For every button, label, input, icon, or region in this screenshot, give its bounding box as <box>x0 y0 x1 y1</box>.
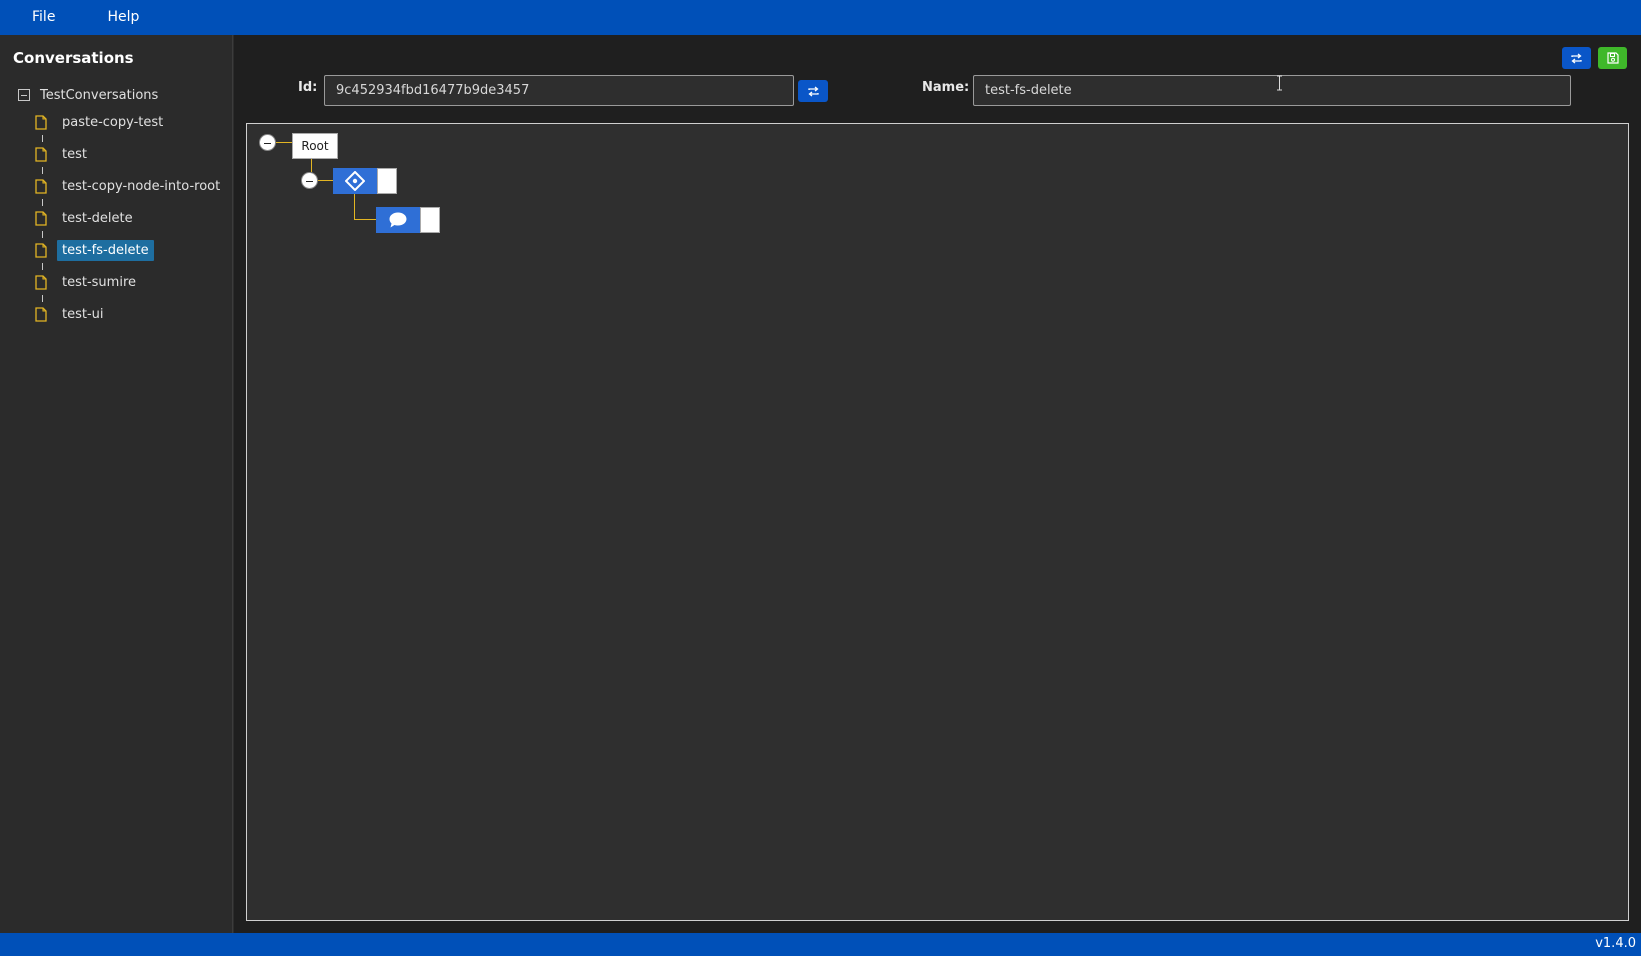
id-label: Id: <box>298 80 318 95</box>
file-icon <box>35 210 47 226</box>
tree-item-label: paste-copy-test <box>62 114 164 130</box>
tree-item-label: test-ui <box>62 306 104 322</box>
regenerate-id-button[interactable] <box>798 80 828 102</box>
name-label: Name: <box>922 80 970 95</box>
collapse-node-toggle[interactable] <box>301 172 318 189</box>
tree-link <box>276 142 292 143</box>
refresh-icon <box>1571 52 1582 64</box>
id-input[interactable] <box>324 75 794 106</box>
sidebar: Conversations TestConversations paste-co… <box>0 35 233 933</box>
node-icon-area <box>376 207 420 233</box>
tree-link <box>318 180 333 181</box>
root-node[interactable]: Root <box>292 133 338 159</box>
collapse-root-toggle[interactable] <box>259 134 276 151</box>
tree-item-test-ui[interactable]: test-ui <box>35 302 109 326</box>
tree-item-label: test <box>62 146 87 162</box>
menu-help[interactable]: Help <box>95 0 151 35</box>
node-label-area <box>377 168 397 194</box>
file-icon <box>35 274 47 290</box>
menu-file[interactable]: File <box>20 0 67 35</box>
diamond-branch-icon <box>345 171 365 191</box>
sidebar-title: Conversations <box>13 49 134 67</box>
tree-item-label: test-delete <box>62 210 133 226</box>
refresh-icon <box>807 85 819 97</box>
file-icon <box>35 114 47 130</box>
speech-bubble-icon <box>389 212 407 228</box>
node-label-area <box>420 207 440 233</box>
file-icon <box>35 306 47 322</box>
tree-item-paste-copy-test[interactable]: paste-copy-test <box>35 110 168 134</box>
menu-bar: File Help <box>0 0 1641 35</box>
tree-root[interactable]: TestConversations <box>18 85 158 105</box>
tree-link <box>354 194 355 219</box>
tree-connector <box>42 263 43 270</box>
tree-root-label: TestConversations <box>40 87 159 103</box>
file-icon <box>35 178 47 194</box>
tree-item-test-fs-delete[interactable]: test-fs-delete <box>35 238 154 262</box>
tree-item-test-copy-node-into-root[interactable]: test-copy-node-into-root <box>35 174 225 198</box>
dialogue-node[interactable] <box>376 207 440 233</box>
version-label: v1.4.0 <box>1595 936 1636 951</box>
tree-item-test-delete[interactable]: test-delete <box>35 206 138 230</box>
tree-item-test-sumire[interactable]: test-sumire <box>35 270 141 294</box>
editor-panel: Id: Name: Root <box>234 35 1641 933</box>
file-icon <box>35 146 47 162</box>
tree-link <box>311 159 312 172</box>
tree-item-label: test-sumire <box>62 274 137 290</box>
status-bar: v1.4.0 <box>0 933 1641 956</box>
tree-connector <box>42 167 43 174</box>
tree-link <box>354 219 376 220</box>
save-button[interactable] <box>1598 47 1627 69</box>
tree-connector <box>42 199 43 206</box>
conversation-canvas[interactable]: Root <box>246 123 1629 921</box>
name-input[interactable] <box>973 75 1571 106</box>
tree-connector <box>42 295 43 302</box>
tree-connector <box>42 231 43 238</box>
tree-item-test[interactable]: test <box>35 142 92 166</box>
text-cursor-icon <box>1277 75 1282 91</box>
tree-item-label: test-copy-node-into-root <box>62 178 221 194</box>
collapse-icon[interactable] <box>18 89 30 101</box>
file-icon <box>35 242 47 258</box>
branch-node[interactable] <box>333 168 397 194</box>
reload-button[interactable] <box>1562 47 1591 69</box>
tree-connector <box>42 135 43 142</box>
tree-item-label: test-fs-delete <box>57 239 154 261</box>
node-icon-area <box>333 168 377 194</box>
save-icon <box>1606 52 1619 64</box>
